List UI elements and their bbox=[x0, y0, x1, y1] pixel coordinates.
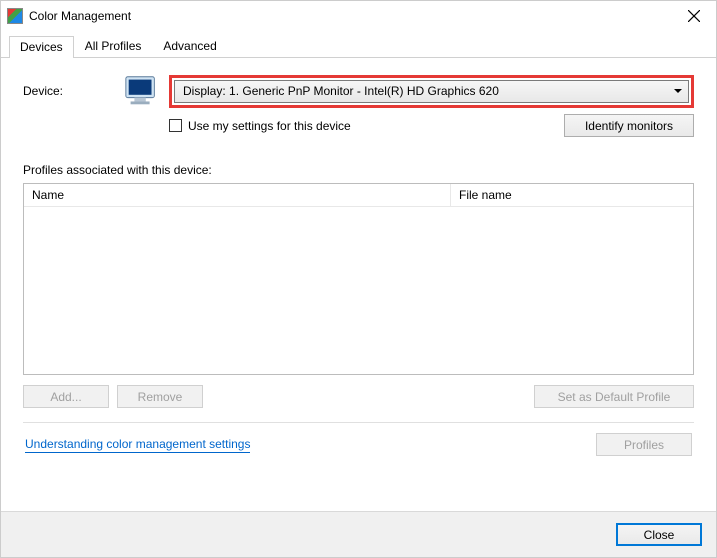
device-dropdown-highlight: Display: 1. Generic PnP Monitor - Intel(… bbox=[169, 75, 694, 108]
use-my-settings-checkbox[interactable]: Use my settings for this device bbox=[169, 119, 351, 133]
understanding-link[interactable]: Understanding color management settings bbox=[25, 437, 250, 453]
titlebar: Color Management bbox=[1, 1, 716, 31]
profiles-body bbox=[24, 207, 693, 374]
dialog-footer: Close bbox=[1, 511, 716, 557]
set-default-button: Set as Default Profile bbox=[534, 385, 694, 408]
tab-advanced[interactable]: Advanced bbox=[152, 35, 227, 57]
close-button[interactable]: Close bbox=[616, 523, 702, 546]
remove-button: Remove bbox=[117, 385, 203, 408]
add-button: Add... bbox=[23, 385, 109, 408]
close-window-button[interactable] bbox=[671, 1, 716, 31]
profiles-button: Profiles bbox=[596, 433, 692, 456]
device-selected-text: Display: 1. Generic PnP Monitor - Intel(… bbox=[183, 84, 499, 98]
device-dropdown[interactable]: Display: 1. Generic PnP Monitor - Intel(… bbox=[174, 80, 689, 103]
column-name[interactable]: Name bbox=[24, 184, 451, 206]
tab-strip: Devices All Profiles Advanced bbox=[1, 31, 716, 58]
app-icon bbox=[7, 8, 23, 24]
divider bbox=[23, 422, 694, 423]
identify-monitors-button[interactable]: Identify monitors bbox=[564, 114, 694, 137]
device-label: Device: bbox=[23, 84, 115, 98]
monitor-icon bbox=[123, 74, 161, 108]
window-title: Color Management bbox=[29, 9, 131, 23]
profiles-listview[interactable]: Name File name bbox=[23, 183, 694, 375]
tab-content: Device: Display: 1. Generic PnP Monitor … bbox=[1, 58, 716, 464]
checkbox-box bbox=[169, 119, 182, 132]
chevron-down-icon bbox=[674, 89, 682, 93]
device-options-row: Use my settings for this device Identify… bbox=[169, 114, 694, 137]
tab-devices[interactable]: Devices bbox=[9, 36, 74, 58]
device-row: Device: Display: 1. Generic PnP Monitor … bbox=[23, 74, 694, 108]
profiles-columns: Name File name bbox=[24, 184, 693, 207]
column-file[interactable]: File name bbox=[451, 184, 693, 206]
close-icon bbox=[688, 10, 700, 22]
profiles-actions: Add... Remove Set as Default Profile bbox=[23, 385, 694, 408]
profiles-header: Profiles associated with this device: bbox=[23, 163, 694, 177]
bottom-row: Understanding color management settings … bbox=[23, 433, 694, 456]
use-my-settings-label: Use my settings for this device bbox=[188, 119, 351, 133]
tab-all-profiles[interactable]: All Profiles bbox=[74, 35, 153, 57]
